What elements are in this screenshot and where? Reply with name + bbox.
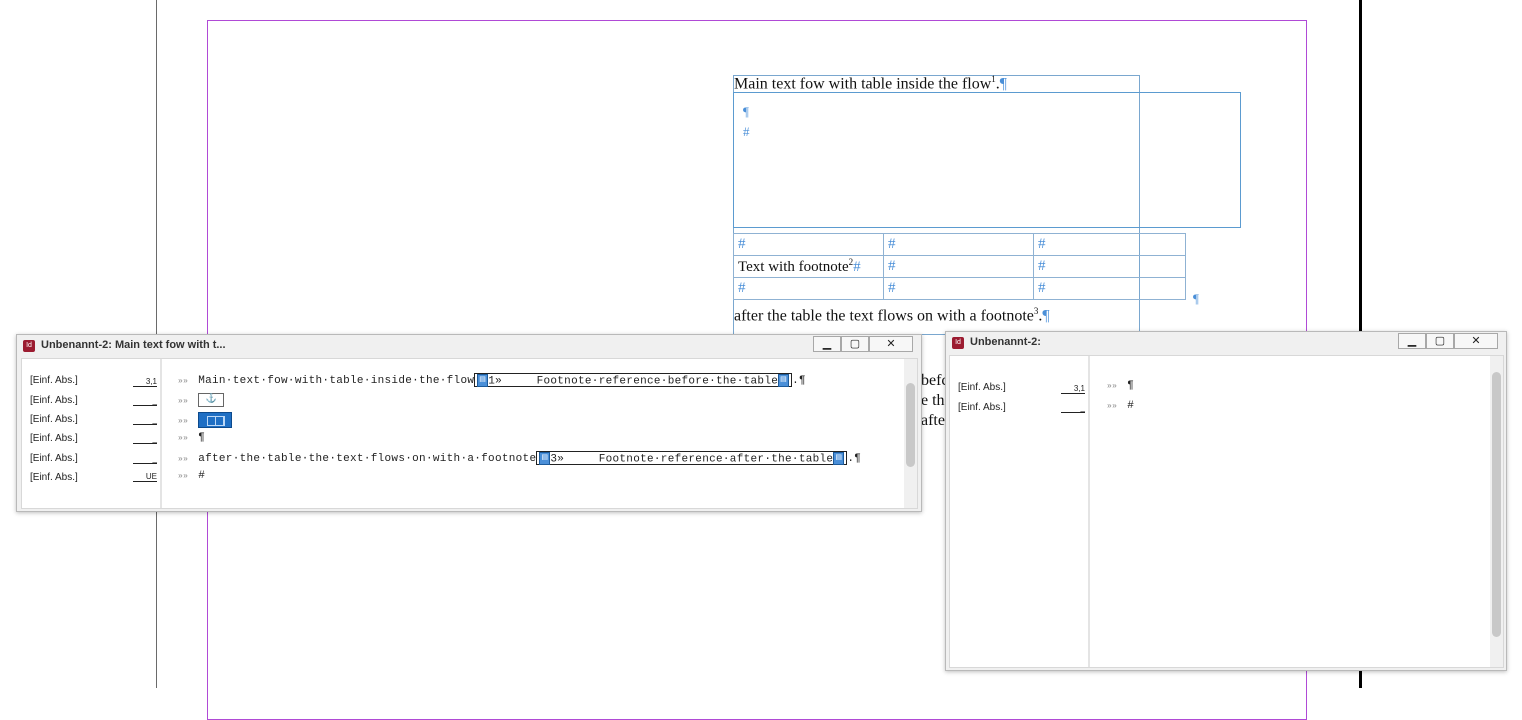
close-button[interactable]: ✕ [869,336,913,352]
story-editor-window[interactable]: Id Unbenannt-2: Main text fow with t... … [16,334,922,512]
main-text-line[interactable]: Main text fow with table inside the flow… [734,74,1007,93]
inner-frame-end-of-story: # [743,124,750,139]
window-titlebar[interactable]: Id Unbenannt-2: Main text fow with t... … [17,335,921,357]
window-title: Unbenannt-2: Main text fow with t... [41,339,226,351]
story-editor-window-2[interactable]: Id Unbenannt-2: ▁ ▢ ✕ [Einf. Abs.] 3,1 [… [945,331,1507,671]
vertical-scrollbar[interactable] [904,359,917,508]
depth-marker: UE [133,472,157,482]
story-line-2[interactable]: »» ⚓ [178,393,225,407]
peek-text-2: e th [921,392,945,409]
story-line-3[interactable]: »» [178,412,233,428]
story-line-4[interactable]: »» ¶ [178,432,205,444]
style-name: [Einf. Abs.] [30,375,78,386]
story-line-6[interactable]: »» # [178,470,205,482]
after-table-text[interactable]: after the table the text flows on with a… [734,306,1050,325]
style-name: [Einf. Abs.] [30,433,78,444]
depth-marker: _ [1061,403,1085,413]
indesign-app-icon: Id [952,337,964,349]
table-cell: # [883,277,1034,300]
table-cell: # [733,277,884,300]
table-cell: # [733,233,884,256]
anchored-object-icon[interactable]: ⚓ [198,393,225,407]
style-name: [Einf. Abs.] [30,453,78,464]
table-icon[interactable] [198,412,233,428]
story-line-1[interactable]: »» Main·text·fow·with·table·inside·the·fl… [178,373,806,387]
indesign-app-icon: Id [23,340,35,352]
footnote-end-icon: ▤ [833,452,845,465]
depth-marker: 3,1 [133,377,157,387]
document-table[interactable]: # # # Text with footnote2# # # # # # [733,233,1186,300]
story-editor-body[interactable]: [Einf. Abs.] 3,1 [Einf. Abs.] _ »» ¶ »» # [949,355,1504,668]
minimize-button[interactable]: ▁ [813,336,841,352]
table-cell: # [1033,233,1186,256]
story-line-1[interactable]: »» ¶ [1107,380,1134,392]
story-editor-body[interactable]: [Einf. Abs.] 3,1 [Einf. Abs.] _ [Einf. A… [21,358,918,509]
table-cell: # [1033,255,1186,278]
footnote-start-icon: ▤ [477,374,489,387]
scrollbar-thumb[interactable] [1492,372,1501,637]
vertical-scrollbar[interactable] [1490,356,1503,667]
depth-marker: 3,1 [1061,384,1085,394]
minimize-button[interactable]: ▁ [1398,333,1426,349]
depth-marker: _ [133,454,157,464]
maximize-button[interactable]: ▢ [1426,333,1454,349]
footnote-start-icon: ▤ [539,452,551,465]
inner-frame-pilcrow: ¶ [743,104,749,119]
table-cell: # [1033,277,1186,300]
depth-marker: _ [133,434,157,444]
style-name: [Einf. Abs.] [30,414,78,425]
story-line-2[interactable]: »» # [1107,400,1134,412]
story-line-5[interactable]: »» after·the·table·the·text·flows·on·with… [178,451,861,465]
maximize-button[interactable]: ▢ [841,336,869,352]
peek-text-3: afte [921,412,945,429]
scrollbar-thumb[interactable] [906,383,915,467]
style-column: [Einf. Abs.] 3,1 [Einf. Abs.] _ [Einf. A… [22,359,162,508]
table-cell-footnote: Text with footnote2# [733,255,884,278]
anchored-text-frame[interactable] [733,92,1241,228]
style-name: [Einf. Abs.] [958,402,1006,413]
style-name: [Einf. Abs.] [958,382,1006,393]
footnote-end-icon: ▤ [778,374,790,387]
window-titlebar[interactable]: Id Unbenannt-2: ▁ ▢ ✕ [946,332,1506,354]
style-column: [Einf. Abs.] 3,1 [Einf. Abs.] _ [950,356,1090,667]
close-button[interactable]: ✕ [1454,333,1498,349]
depth-marker: _ [133,396,157,406]
footnote-box-1[interactable]: ▤ 1» Footnote·reference·before·the·table ▤ [474,373,793,387]
style-name: [Einf. Abs.] [30,395,78,406]
table-cell: # [883,233,1034,256]
table-cell: # [883,255,1034,278]
style-name: [Einf. Abs.] [30,472,78,483]
depth-marker: _ [133,415,157,425]
footnote-box-3[interactable]: ▤ 3» Footnote·reference·after·the·table ▤ [536,451,848,465]
table-end-pilcrow: ¶ [1193,291,1199,306]
window-title: Unbenannt-2: [970,336,1041,348]
